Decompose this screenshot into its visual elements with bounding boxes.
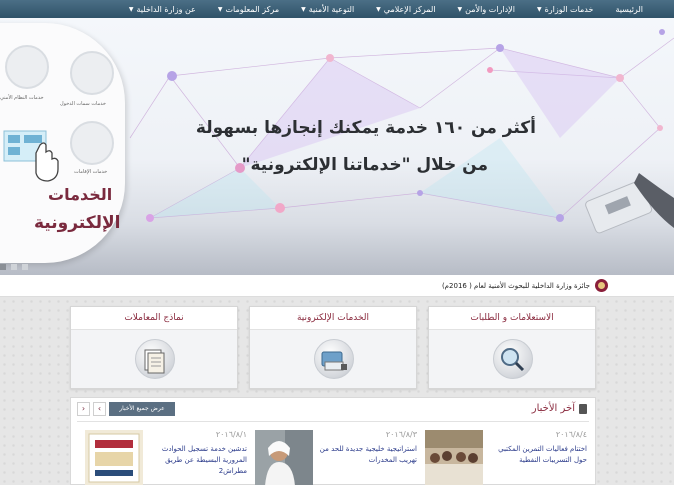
card-title: نماذج المعاملات: [71, 307, 237, 330]
nav-item-services[interactable]: خدمات الوزارة ▼: [526, 5, 605, 14]
card-reader-illustration: [585, 173, 674, 234]
eservices-card[interactable]: الخدمات الإلكترونية: [249, 306, 417, 389]
news-ticker: جائزة وزارة الداخلية للبحوث الأمنية لعام…: [0, 275, 674, 297]
next-arrow-button[interactable]: ›: [93, 402, 106, 416]
news-thumbnail[interactable]: [255, 430, 313, 485]
nav-item-label: خدمات الوزارة: [544, 4, 594, 14]
prev-arrow-button[interactable]: ‹: [77, 402, 90, 416]
news-link[interactable]: اختتام فعاليات التمرين المكتبي حول التسر…: [485, 444, 587, 466]
forms-icon: [135, 339, 175, 379]
slider-dot[interactable]: [11, 264, 17, 270]
magnifier-icon: [493, 339, 533, 379]
news-thumbnail[interactable]: [85, 430, 143, 485]
hero-headline-1: أكثر من ١٦٠ خدمة يمكنك إنجازها بسهولة: [195, 118, 536, 138]
news-date: ٢٠١٦/٨/٣: [385, 430, 417, 439]
nav-item-label: عن وزارة الداخلية: [136, 4, 196, 14]
news-date: ٢٠١٦/٨/١: [215, 430, 247, 439]
card-title: الخدمات الإلكترونية: [250, 307, 416, 330]
forms-card[interactable]: نماذج المعاملات: [70, 306, 238, 389]
entry-visa-tile[interactable]: [70, 51, 114, 95]
news-title: آخر الأخبار: [531, 403, 575, 414]
slider-dot[interactable]: [0, 264, 6, 270]
nav-item-label: التوعية الأمنية: [308, 4, 355, 14]
panel-title-services: الخدمات: [48, 185, 113, 204]
card-title: الاستعلامات و الطلبات: [429, 307, 595, 330]
panel-title-electronic: الإلكترونية: [34, 213, 121, 233]
news-item[interactable]: ٢٠١٦/٨/٣ استراتيجية خليجية جديدة للحد من…: [255, 430, 419, 485]
chevron-down-icon: ▼: [457, 5, 463, 13]
slider-dot[interactable]: [22, 264, 28, 270]
tile-caption: خدمات سمات الدخول: [60, 101, 106, 107]
nav-item-label: الإدارات والأمن: [465, 4, 515, 14]
document-icon: [579, 403, 587, 414]
news-link[interactable]: تدشين خدمة تسجيل الحوادث المرورية البسيط…: [145, 444, 247, 477]
news-item[interactable]: ٢٠١٦/٨/١ تدشين خدمة تسجيل الحوادث المرور…: [85, 430, 249, 485]
ticker-link[interactable]: جائزة وزارة الداخلية للبحوث الأمنية لعام…: [442, 282, 590, 290]
chevron-down-icon: ▼: [128, 5, 134, 13]
news-item[interactable]: ٢٠١٦/٨/٤ اختتام فعاليات التمرين المكتبي …: [425, 430, 589, 485]
nav-item-media[interactable]: المركز الإعلامي ▼: [365, 5, 446, 14]
nav-item-awareness[interactable]: التوعية الأمنية ▼: [290, 5, 365, 14]
tile-caption: خدمات النظام الأمني: [0, 95, 44, 101]
chevron-down-icon: ▼: [376, 5, 381, 13]
security-services-tile[interactable]: [5, 45, 49, 89]
chevron-down-icon: ▼: [301, 5, 306, 13]
news-heading: آخر الأخبار: [532, 403, 587, 414]
divider: [77, 421, 589, 422]
nav-item-home[interactable]: الرئيسية: [604, 5, 654, 14]
news-link[interactable]: استراتيجية خليجية جديدة للحد من تهريب ال…: [315, 444, 417, 466]
nav-item-label: الرئيسية: [615, 4, 643, 14]
card-terminal-icon: [314, 339, 354, 379]
main-nav: الرئيسية خدمات الوزارة ▼ الإدارات والأمن ▼…: [0, 0, 674, 18]
inquiries-card[interactable]: الاستعلامات و الطلبات: [428, 306, 596, 389]
nav-item-label: المركز الإعلامي: [383, 4, 436, 14]
nav-item-departments[interactable]: الإدارات والأمن ▼: [447, 5, 526, 14]
nav-item-label: مركز المعلومات: [225, 4, 280, 14]
news-date: ٢٠١٦/٨/٤: [555, 430, 587, 439]
chevron-down-icon: ▼: [217, 5, 223, 13]
latest-news-section: آخر الأخبار عرض جميع الأخبار › ‹ ٢٠١٦/٨/…: [70, 397, 596, 485]
slider-dots: [0, 264, 28, 270]
residency-tile[interactable]: [70, 121, 114, 165]
nav-item-about[interactable]: عن وزارة الداخلية ▼: [118, 5, 207, 14]
chevron-down-icon: ▼: [536, 5, 542, 13]
hero-banner[interactable]: أكثر من ١٦٠ خدمة يمكنك إنجازها بسهولة من…: [0, 18, 674, 275]
tile-caption: خدمات الإقامات: [74, 169, 108, 175]
nav-item-info-center[interactable]: مركز المعلومات ▼: [207, 5, 290, 14]
hero-headline-2: من خلال "خدماتنا الإلكترونية": [241, 155, 488, 175]
news-thumbnail[interactable]: [425, 430, 483, 485]
hand-pointer-icon: [3, 130, 59, 182]
all-news-button[interactable]: عرض جميع الأخبار: [109, 402, 175, 416]
emblem-icon: [595, 279, 608, 292]
